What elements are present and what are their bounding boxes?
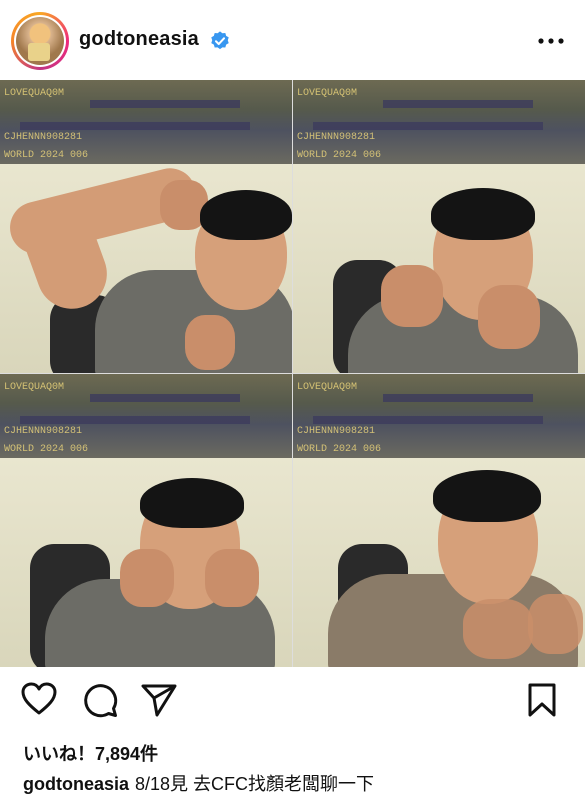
photo-cell-top-right: LOVEQUAQ0M CJHENNN908281 WORLD 2024 006: [293, 80, 585, 373]
overlay-text: CJHENNN908281: [297, 132, 376, 143]
comment-icon[interactable]: [82, 682, 118, 718]
overlay-text: LOVEQUAQ0M: [297, 88, 358, 99]
stream-overlay: LOVEQUAQ0M CJHENNN908281 WORLD 2024 006: [0, 374, 292, 458]
caption-text: 8/18見 去CFC找顏老闆聊一下: [135, 774, 375, 794]
avatar[interactable]: [14, 15, 66, 67]
photo-cell-bottom-left: LOVEQUAQ0M CJHENNN908281 WORLD 2024 006: [0, 374, 292, 667]
overlay-text: LOVEQUAQ0M: [4, 382, 65, 393]
photo-cell-bottom-right: LOVEQUAQ0M CJHENNN908281 WORLD 2024 006: [293, 374, 585, 667]
overlay-text: WORLD 2024 006: [4, 150, 89, 161]
overlay-text: LOVEQUAQ0M: [4, 88, 65, 99]
overlay-text: CJHENNN908281: [4, 132, 83, 143]
more-dots-icon[interactable]: [537, 36, 565, 46]
overlay-text: WORLD 2024 006: [297, 150, 382, 161]
action-bar: [0, 668, 585, 732]
photo-cell-top-left: LOVEQUAQ0M CJHENNN908281 WORLD 2024 006: [0, 80, 292, 373]
username[interactable]: godtoneasia: [79, 28, 199, 51]
overlay-text: CJHENNN908281: [297, 426, 376, 437]
bookmark-icon[interactable]: [527, 682, 557, 718]
post-header: godtoneasia: [0, 0, 585, 80]
caption: godtoneasia 8/18見 去CFC找顏老闆聊一下: [23, 770, 374, 796]
story-ring[interactable]: [11, 12, 69, 70]
verified-badge-icon: [211, 31, 229, 50]
caption-username[interactable]: godtoneasia: [23, 774, 129, 794]
overlay-text: CJHENNN908281: [4, 426, 83, 437]
heart-icon[interactable]: [21, 682, 57, 716]
stream-overlay: LOVEQUAQ0M CJHENNN908281 WORLD 2024 006: [293, 374, 585, 458]
post-photo[interactable]: LOVEQUAQ0M CJHENNN908281 WORLD 2024 006 …: [0, 80, 585, 667]
stream-overlay: LOVEQUAQ0M CJHENNN908281 WORLD 2024 006: [293, 80, 585, 164]
send-icon[interactable]: [140, 682, 178, 718]
likes-count[interactable]: いいね！7,894件: [23, 740, 158, 766]
overlay-text: WORLD 2024 006: [297, 444, 382, 455]
avatar-figure: [28, 43, 50, 61]
overlay-text: LOVEQUAQ0M: [297, 382, 358, 393]
overlay-text: WORLD 2024 006: [4, 444, 89, 455]
stream-overlay: LOVEQUAQ0M CJHENNN908281 WORLD 2024 006: [0, 80, 292, 164]
